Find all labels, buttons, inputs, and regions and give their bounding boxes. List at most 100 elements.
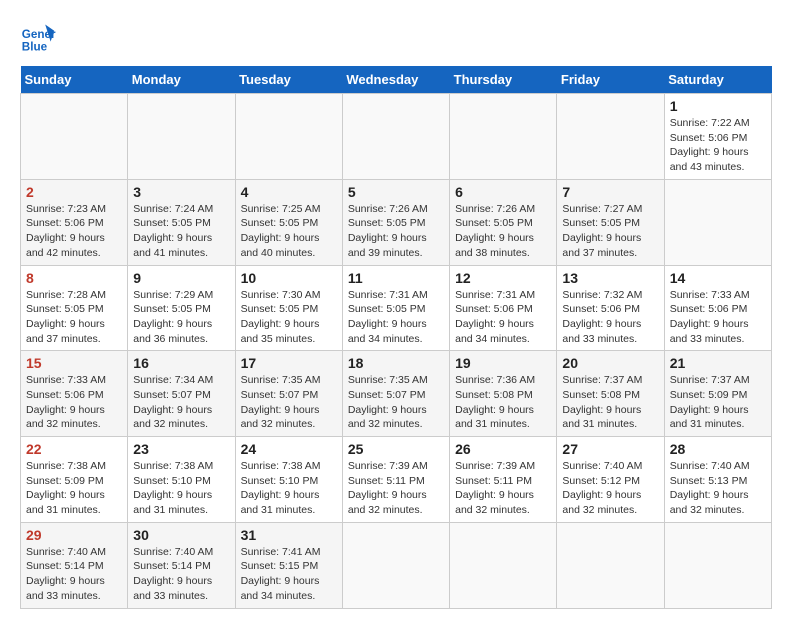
calendar-cell: 31Sunrise: 7:41 AMSunset: 5:15 PMDayligh… bbox=[235, 522, 342, 608]
calendar-cell bbox=[557, 94, 664, 180]
cell-sun-info: Sunrise: 7:37 AMSunset: 5:09 PMDaylight:… bbox=[670, 373, 766, 432]
day-number: 29 bbox=[26, 527, 122, 543]
cell-sun-info: Sunrise: 7:25 AMSunset: 5:05 PMDaylight:… bbox=[241, 202, 337, 261]
cell-sun-info: Sunrise: 7:38 AMSunset: 5:10 PMDaylight:… bbox=[241, 459, 337, 518]
day-number: 11 bbox=[348, 270, 444, 286]
col-header-monday: Monday bbox=[128, 66, 235, 94]
cell-sun-info: Sunrise: 7:39 AMSunset: 5:11 PMDaylight:… bbox=[348, 459, 444, 518]
page-header: General Blue bbox=[20, 20, 772, 56]
day-number: 27 bbox=[562, 441, 658, 457]
cell-sun-info: Sunrise: 7:38 AMSunset: 5:09 PMDaylight:… bbox=[26, 459, 122, 518]
calendar-cell bbox=[342, 522, 449, 608]
calendar-cell: 28 Sunrise: 7:40 AMSunset: 5:13 PMDayligh… bbox=[664, 437, 771, 523]
cell-sun-info: Sunrise: 7:37 AMSunset: 5:08 PMDaylight:… bbox=[562, 373, 658, 432]
day-number: 22 bbox=[26, 441, 122, 457]
day-number: 24 bbox=[241, 441, 337, 457]
cell-sun-info: Sunrise: 7:24 AMSunset: 5:05 PMDaylight:… bbox=[133, 202, 229, 261]
cell-sun-info: Sunrise: 7:28 AMSunset: 5:05 PMDaylight:… bbox=[26, 288, 122, 347]
week-row-4: 15 Sunrise: 7:33 AMSunset: 5:06 PMDayligh… bbox=[21, 351, 772, 437]
calendar-cell: 9 Sunrise: 7:29 AMSunset: 5:05 PMDaylight… bbox=[128, 265, 235, 351]
calendar-cell: 11 Sunrise: 7:31 AMSunset: 5:05 PMDayligh… bbox=[342, 265, 449, 351]
col-header-saturday: Saturday bbox=[664, 66, 771, 94]
cell-sun-info: Sunrise: 7:35 AMSunset: 5:07 PMDaylight:… bbox=[348, 373, 444, 432]
cell-sun-info: Sunrise: 7:29 AMSunset: 5:05 PMDaylight:… bbox=[133, 288, 229, 347]
calendar-cell: 30 Sunrise: 7:40 AMSunset: 5:14 PMDayligh… bbox=[128, 522, 235, 608]
week-row-2: 2 Sunrise: 7:23 AMSunset: 5:06 PMDaylight… bbox=[21, 179, 772, 265]
day-number: 12 bbox=[455, 270, 551, 286]
calendar-cell bbox=[557, 522, 664, 608]
calendar-cell: 18Sunrise: 7:35 AMSunset: 5:07 PMDayligh… bbox=[342, 351, 449, 437]
week-row-6: 29 Sunrise: 7:40 AMSunset: 5:14 PMDayligh… bbox=[21, 522, 772, 608]
calendar-cell: 17Sunrise: 7:35 AMSunset: 5:07 PMDayligh… bbox=[235, 351, 342, 437]
calendar-cell: 29 Sunrise: 7:40 AMSunset: 5:14 PMDayligh… bbox=[21, 522, 128, 608]
day-number: 7 bbox=[562, 184, 658, 200]
day-number: 4 bbox=[241, 184, 337, 200]
cell-sun-info: Sunrise: 7:33 AMSunset: 5:06 PMDaylight:… bbox=[26, 373, 122, 432]
day-number: 1 bbox=[670, 98, 766, 114]
calendar-cell: 15 Sunrise: 7:33 AMSunset: 5:06 PMDayligh… bbox=[21, 351, 128, 437]
cell-sun-info: Sunrise: 7:32 AMSunset: 5:06 PMDaylight:… bbox=[562, 288, 658, 347]
cell-sun-info: Sunrise: 7:30 AMSunset: 5:05 PMDaylight:… bbox=[241, 288, 337, 347]
calendar-cell: 12 Sunrise: 7:31 AMSunset: 5:06 PMDayligh… bbox=[450, 265, 557, 351]
day-number: 10 bbox=[241, 270, 337, 286]
cell-sun-info: Sunrise: 7:39 AMSunset: 5:11 PMDaylight:… bbox=[455, 459, 551, 518]
cell-sun-info: Sunrise: 7:40 AMSunset: 5:13 PMDaylight:… bbox=[670, 459, 766, 518]
calendar-cell: 6 Sunrise: 7:26 AMSunset: 5:05 PMDaylight… bbox=[450, 179, 557, 265]
week-row-3: 8 Sunrise: 7:28 AMSunset: 5:05 PMDaylight… bbox=[21, 265, 772, 351]
calendar-cell bbox=[128, 94, 235, 180]
cell-sun-info: Sunrise: 7:26 AMSunset: 5:05 PMDaylight:… bbox=[455, 202, 551, 261]
calendar-cell bbox=[450, 522, 557, 608]
calendar-cell: 16 Sunrise: 7:34 AMSunset: 5:07 PMDayligh… bbox=[128, 351, 235, 437]
svg-text:Blue: Blue bbox=[22, 41, 48, 54]
calendar-cell: 2 Sunrise: 7:23 AMSunset: 5:06 PMDaylight… bbox=[21, 179, 128, 265]
cell-sun-info: Sunrise: 7:23 AMSunset: 5:06 PMDaylight:… bbox=[26, 202, 122, 261]
calendar-cell bbox=[342, 94, 449, 180]
calendar-cell: 19Sunrise: 7:36 AMSunset: 5:08 PMDayligh… bbox=[450, 351, 557, 437]
calendar-cell: 8 Sunrise: 7:28 AMSunset: 5:05 PMDaylight… bbox=[21, 265, 128, 351]
col-header-tuesday: Tuesday bbox=[235, 66, 342, 94]
logo-icon: General Blue bbox=[20, 20, 56, 56]
calendar-cell: 23Sunrise: 7:38 AMSunset: 5:10 PMDayligh… bbox=[128, 437, 235, 523]
calendar-cell: 10 Sunrise: 7:30 AMSunset: 5:05 PMDayligh… bbox=[235, 265, 342, 351]
calendar-cell: 4 Sunrise: 7:25 AMSunset: 5:05 PMDaylight… bbox=[235, 179, 342, 265]
calendar-cell bbox=[21, 94, 128, 180]
calendar-cell: 14Sunrise: 7:33 AMSunset: 5:06 PMDayligh… bbox=[664, 265, 771, 351]
col-header-sunday: Sunday bbox=[21, 66, 128, 94]
calendar-cell: 26 Sunrise: 7:39 AMSunset: 5:11 PMDayligh… bbox=[450, 437, 557, 523]
day-number: 6 bbox=[455, 184, 551, 200]
week-row-5: 22 Sunrise: 7:38 AMSunset: 5:09 PMDayligh… bbox=[21, 437, 772, 523]
calendar-cell: 20 Sunrise: 7:37 AMSunset: 5:08 PMDayligh… bbox=[557, 351, 664, 437]
day-number: 28 bbox=[670, 441, 766, 457]
day-number: 30 bbox=[133, 527, 229, 543]
cell-sun-info: Sunrise: 7:34 AMSunset: 5:07 PMDaylight:… bbox=[133, 373, 229, 432]
cell-sun-info: Sunrise: 7:38 AMSunset: 5:10 PMDaylight:… bbox=[133, 459, 229, 518]
day-number: 9 bbox=[133, 270, 229, 286]
calendar-cell: 25Sunrise: 7:39 AMSunset: 5:11 PMDayligh… bbox=[342, 437, 449, 523]
calendar-cell: 27Sunrise: 7:40 AMSunset: 5:12 PMDayligh… bbox=[557, 437, 664, 523]
cell-sun-info: Sunrise: 7:31 AMSunset: 5:05 PMDaylight:… bbox=[348, 288, 444, 347]
day-number: 19 bbox=[455, 355, 551, 371]
col-header-wednesday: Wednesday bbox=[342, 66, 449, 94]
col-header-thursday: Thursday bbox=[450, 66, 557, 94]
calendar-cell bbox=[450, 94, 557, 180]
cell-sun-info: Sunrise: 7:26 AMSunset: 5:05 PMDaylight:… bbox=[348, 202, 444, 261]
logo: General Blue bbox=[20, 20, 60, 56]
calendar-cell: 24 Sunrise: 7:38 AMSunset: 5:10 PMDayligh… bbox=[235, 437, 342, 523]
day-number: 16 bbox=[133, 355, 229, 371]
day-number: 8 bbox=[26, 270, 122, 286]
col-header-friday: Friday bbox=[557, 66, 664, 94]
cell-sun-info: Sunrise: 7:40 AMSunset: 5:14 PMDaylight:… bbox=[133, 545, 229, 604]
day-number: 13 bbox=[562, 270, 658, 286]
day-number: 2 bbox=[26, 184, 122, 200]
calendar-table: SundayMondayTuesdayWednesdayThursdayFrid… bbox=[20, 66, 772, 609]
day-number: 20 bbox=[562, 355, 658, 371]
calendar-cell: 5Sunrise: 7:26 AMSunset: 5:05 PMDaylight… bbox=[342, 179, 449, 265]
day-number: 15 bbox=[26, 355, 122, 371]
calendar-cell bbox=[664, 522, 771, 608]
cell-sun-info: Sunrise: 7:40 AMSunset: 5:14 PMDaylight:… bbox=[26, 545, 122, 604]
day-number: 21 bbox=[670, 355, 766, 371]
cell-sun-info: Sunrise: 7:31 AMSunset: 5:06 PMDaylight:… bbox=[455, 288, 551, 347]
day-number: 26 bbox=[455, 441, 551, 457]
calendar-cell bbox=[664, 179, 771, 265]
calendar-cell: 1Sunrise: 7:22 AMSunset: 5:06 PMDaylight… bbox=[664, 94, 771, 180]
